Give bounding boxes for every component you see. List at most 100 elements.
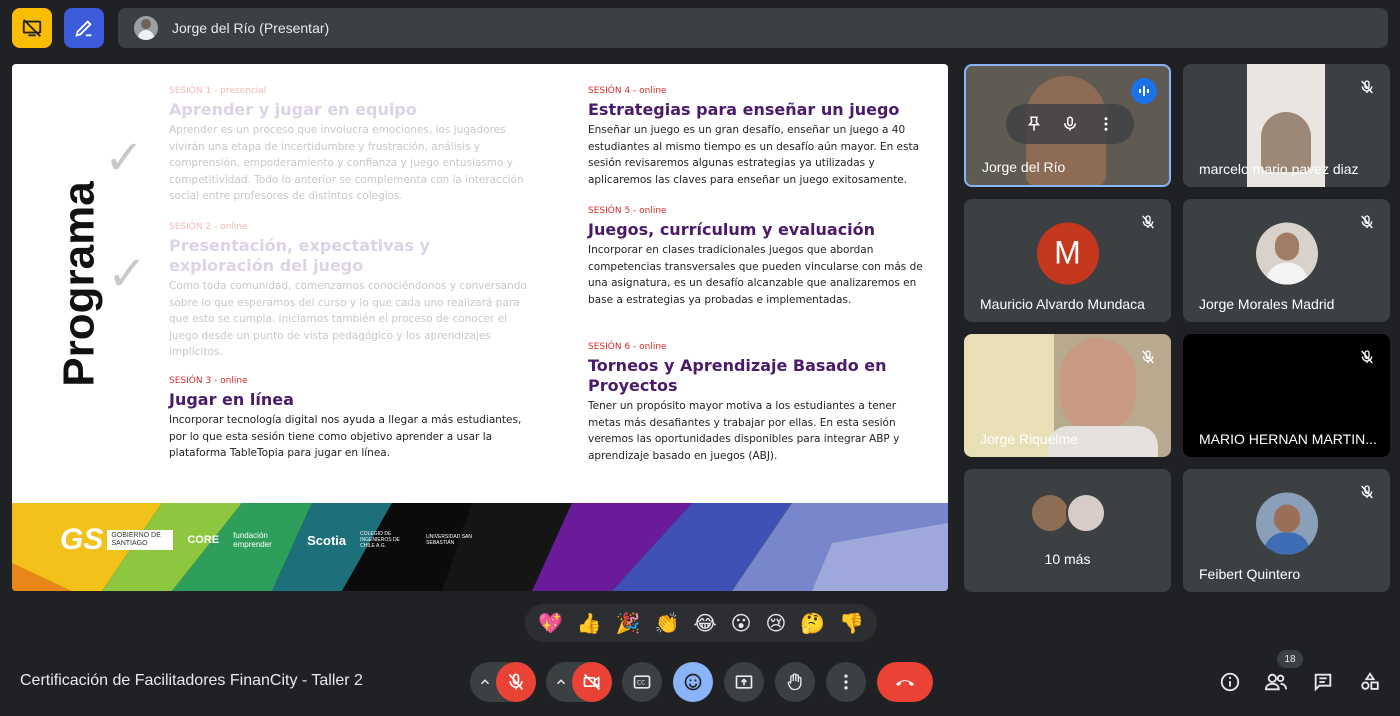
participant-tile-mauricio[interactable]: M Mauricio Alvardo Mundaca (964, 199, 1171, 322)
session-tag: SESIÓN 3 - online (169, 376, 248, 386)
reaction-surprised[interactable]: 😮 (731, 611, 752, 635)
session-2: SESIÓN 2 - online Presentación, expectat… (169, 222, 529, 361)
emoji-icon (684, 673, 702, 691)
activities-button[interactable] (1356, 668, 1384, 696)
camera-off-icon (583, 673, 601, 691)
slide-footer: GS GOBIERNO DE SANTIAGO CORE fundación e… (12, 503, 948, 591)
pin-icon[interactable] (1025, 115, 1043, 133)
session-desc: Incorporar en clases tradicionales juego… (588, 244, 923, 306)
leave-call-button[interactable] (877, 662, 933, 702)
participant-name: Jorge del Río (982, 159, 1066, 175)
session-tag: SESIÓN 5 - online (588, 206, 667, 216)
session-4: SESIÓN 4 - online Estrategias para enseñ… (588, 86, 928, 188)
muted-mic-icon (1137, 211, 1159, 233)
chevron-up-icon[interactable] (554, 675, 568, 689)
more-options-button[interactable] (826, 662, 866, 702)
session-title: Torneos y Aprendizaje Basado en Proyecto… (588, 356, 887, 395)
session-tag: SESIÓN 6 - online (588, 342, 667, 352)
presenter-avatar (134, 16, 158, 40)
more-options-icon[interactable] (1097, 115, 1115, 133)
participant-name: marcelo mario pavez diaz (1199, 161, 1359, 177)
session-3: SESIÓN 3 - online Jugar en línea Incorpo… (169, 376, 529, 462)
camera-control-group (546, 662, 612, 702)
more-vert-icon (844, 674, 848, 690)
present-screen-icon (735, 675, 753, 689)
participant-tile-feibert[interactable]: Feibert Quintero (1183, 469, 1390, 592)
pen-icon (75, 20, 92, 37)
reaction-thinking[interactable]: 🤔 (800, 611, 825, 635)
people-button[interactable] (1262, 668, 1290, 696)
participant-tile-mario-hernan[interactable]: MARIO HERNAN MARTIN... (1183, 334, 1390, 457)
session-desc: Incorporar tecnología digital nos ayuda … (169, 414, 522, 459)
hide-presentation-button[interactable] (12, 8, 52, 48)
participant-tile-jorge-riquelme[interactable]: Jorge Riquelme (964, 334, 1171, 457)
reaction-heart[interactable]: 💖 (538, 611, 563, 635)
participant-name: MARIO HERNAN MARTIN... (1199, 431, 1377, 447)
hang-up-icon (896, 680, 914, 686)
avatar (1255, 222, 1318, 285)
avatar (1030, 493, 1070, 533)
more-participants-tile[interactable]: 10 más (964, 469, 1171, 592)
session-desc: Aprender es un proceso que involucra emo… (169, 124, 524, 202)
camera-toggle-button[interactable] (572, 662, 612, 702)
session-tag: SESIÓN 2 - online (169, 222, 248, 232)
reaction-thumbs-down[interactable]: 👎 (839, 611, 864, 635)
tile-hover-controls (1006, 104, 1134, 144)
meeting-title: Certificación de Facilitadores FinanCity… (20, 672, 363, 689)
logo-colegio-ingenieros: COLEGIO DE INGENIEROS DE CHILE A.G. (360, 531, 400, 549)
logo-scotia: Scotia (307, 532, 347, 548)
muted-mic-icon (1356, 76, 1378, 98)
shared-slide: Programa ✓ ✓ SESIÓN 1 - presencial Apren… (12, 64, 948, 591)
session-title: Estrategias para enseñar un juego (588, 100, 900, 119)
logo-core: CORE (187, 534, 220, 546)
session-title: Aprender y jugar en equipo (169, 100, 417, 119)
logo-universidad: UNIVERSIDAD SAN SEBASTIÁN (426, 534, 472, 546)
mic-icon[interactable] (1061, 115, 1079, 133)
raise-hand-button[interactable] (775, 662, 815, 702)
people-count-badge: 18 (1277, 650, 1303, 668)
session-tag: SESIÓN 1 - presencial (169, 86, 267, 96)
mic-toggle-button[interactable] (496, 662, 536, 702)
reactions-button[interactable] (673, 662, 713, 702)
hand-icon (787, 673, 802, 691)
presenter-label: Jorge del Río (Presentar) (172, 20, 330, 36)
logo-gobierno-santiago: GS GOBIERNO DE SANTIAGO (60, 523, 174, 557)
people-icon (1264, 673, 1287, 691)
participant-tile-marcelo[interactable]: marcelo mario pavez diaz (1183, 64, 1390, 187)
captions-button[interactable]: CC (622, 662, 662, 702)
presenter-banner[interactable]: Jorge del Río (Presentar) (118, 8, 1388, 48)
session-desc: Como toda comunidad, comenzamos conocién… (169, 280, 527, 358)
speaking-indicator-icon (1131, 78, 1157, 104)
video-feed (1060, 338, 1136, 434)
check-icon: ✓ (107, 246, 148, 302)
chat-icon (1314, 673, 1332, 692)
avatar: M (1036, 222, 1099, 285)
hide-screen-icon (22, 19, 42, 37)
avatar (1066, 493, 1106, 533)
svg-text:CC: CC (637, 681, 645, 687)
session-title: Jugar en línea (169, 390, 294, 409)
reaction-thumbs-up[interactable]: 👍 (577, 611, 602, 635)
session-title: Presentación, expectativas y exploración… (169, 236, 430, 275)
participant-tile-jorge-morales[interactable]: Jorge Morales Madrid (1183, 199, 1390, 322)
sponsor-logos: GS GOBIERNO DE SANTIAGO CORE fundación e… (60, 523, 482, 557)
participant-tile-jorge-del-rio[interactable]: Jorge del Río (964, 64, 1171, 187)
muted-mic-icon (1356, 481, 1378, 503)
annotate-button[interactable] (64, 8, 104, 48)
meeting-info-button[interactable] (1216, 668, 1244, 696)
participant-name: Mauricio Alvardo Mundaca (980, 296, 1145, 312)
session-title: Juegos, currículum y evaluación (588, 220, 876, 239)
session-5: SESIÓN 5 - online Juegos, currículum y e… (588, 206, 928, 308)
captions-icon: CC (633, 675, 651, 689)
muted-mic-icon (1137, 346, 1159, 368)
bottom-bar: Certificación de Facilitadores FinanCity… (0, 656, 1400, 708)
reaction-laugh[interactable]: 😂 (693, 611, 716, 635)
chevron-up-icon[interactable] (478, 675, 492, 689)
reaction-sad[interactable]: 😢 (765, 611, 786, 635)
participant-name: Feibert Quintero (1199, 566, 1301, 582)
reaction-clap[interactable]: 👏 (655, 611, 680, 635)
reaction-party[interactable]: 🎉 (616, 611, 641, 635)
logo-fundacion: fundación emprender (233, 531, 272, 549)
chat-button[interactable] (1309, 668, 1337, 696)
present-button[interactable] (724, 662, 764, 702)
